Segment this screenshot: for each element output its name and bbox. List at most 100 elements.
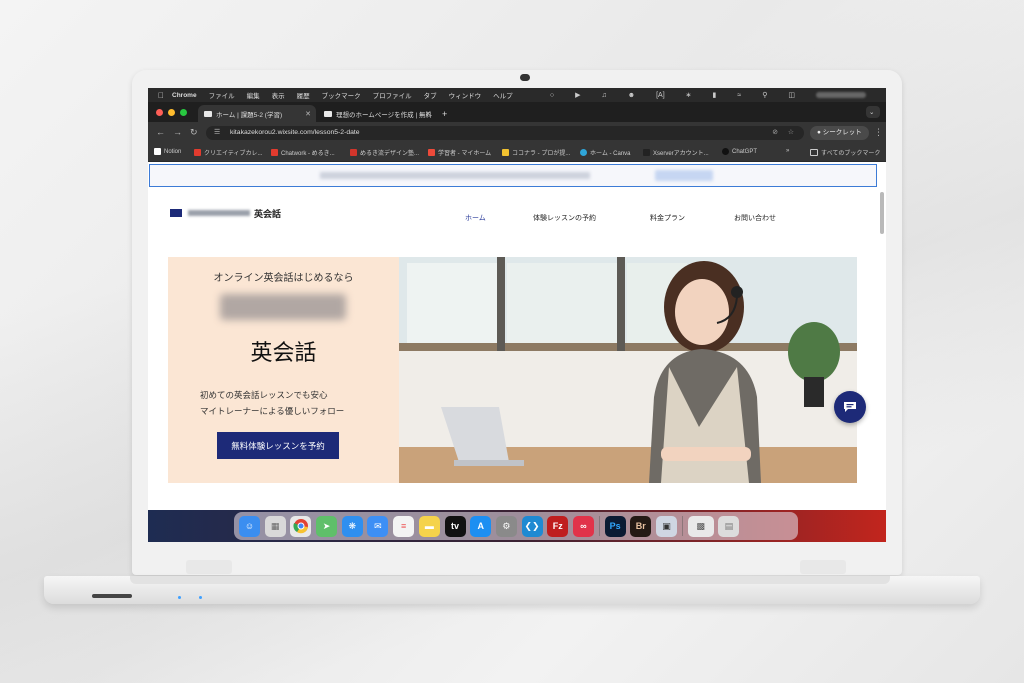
close-window-icon[interactable]	[156, 109, 163, 116]
menu-view[interactable]: 表示	[272, 90, 285, 100]
all-bookmarks-folder[interactable]: すべてのブックマーク	[810, 148, 880, 157]
menubar-status-area: ○ ▶ ♫ ☻ [A] ∗ ▮ ≈ ⚲ ◫	[550, 88, 878, 102]
app-store-icon[interactable]: A	[470, 515, 492, 537]
finder-icon[interactable]: ☺	[239, 515, 260, 537]
tab-search-chevron-icon[interactable]: ⌄	[866, 106, 880, 118]
laptop-base-groove	[130, 576, 890, 584]
creative-cloud-icon[interactable]: ∞	[572, 515, 594, 537]
zoom-window-icon[interactable]	[180, 109, 187, 116]
bookmark-star-icon[interactable]: ☆	[788, 126, 794, 140]
hero-brand-blurred	[220, 294, 346, 320]
more-menu-icon[interactable]: ⋮	[874, 127, 883, 138]
trash-icon[interactable]: ▤	[718, 515, 740, 537]
mail-icon[interactable]: ✉	[367, 515, 389, 537]
tab-active[interactable]: ホーム | 課題5-2 (学習) ✕	[198, 105, 316, 122]
bookmark-item[interactable]: Notion	[154, 148, 181, 155]
eye-off-icon[interactable]: ⊘	[772, 126, 778, 140]
close-tab-icon[interactable]: ✕	[425, 110, 431, 118]
site-logo-name-blurred	[188, 210, 250, 216]
bookmark-label: 学習者 - マイホーム	[438, 151, 492, 157]
volume-icon[interactable]: ♫	[601, 92, 606, 99]
hero-desc-line: マイトレーナーによる優しいフォロー	[200, 406, 345, 416]
hinge-right	[800, 560, 846, 574]
site-logo-text[interactable]: 英会話	[254, 207, 281, 220]
control-center-icon[interactable]: ◫	[788, 91, 795, 99]
bookmark-item[interactable]: Chatwork - めるき...	[271, 148, 335, 157]
menu-window[interactable]: ウィンドウ	[449, 90, 482, 100]
new-tab-button[interactable]: +	[438, 105, 454, 122]
input-source-icon[interactable]: [A]	[656, 92, 665, 99]
forward-icon[interactable]: →	[173, 127, 182, 137]
bookmark-item[interactable]: クリエイティブカレ...	[194, 148, 263, 157]
bluetooth-icon[interactable]: ∗	[686, 91, 692, 99]
launchpad-icon[interactable]: ▦	[264, 515, 286, 537]
tab-title: ホーム | 課題5-2 (学習)	[216, 111, 283, 119]
menu-app-name[interactable]: Chrome	[172, 92, 197, 99]
nav-home[interactable]: ホーム	[465, 213, 486, 223]
bookmarks-bar: Notion クリエイティブカレ... Chatwork - めるき... める…	[148, 144, 886, 162]
hinge-left	[186, 560, 232, 574]
screenshot-icon[interactable]: ▩	[687, 515, 714, 537]
nav-contact[interactable]: お問い合わせ	[734, 213, 776, 223]
nav-pricing[interactable]: 料金プラン	[650, 213, 685, 223]
reload-icon[interactable]: ↻	[190, 127, 198, 138]
incognito-badge[interactable]: ● シークレット	[810, 126, 869, 140]
bookmark-item[interactable]: めるき流デザイン塾...	[350, 148, 419, 157]
apple-tv-icon[interactable]: tv	[444, 515, 466, 537]
search-icon[interactable]: ⚲	[762, 91, 767, 99]
card-slot	[92, 594, 132, 598]
menu-tab[interactable]: タブ	[424, 90, 437, 100]
menu-history[interactable]: 履歴	[297, 90, 310, 100]
vscode-icon[interactable]: ❮❯	[521, 515, 543, 537]
system-settings-icon[interactable]: ⚙	[495, 515, 517, 537]
bookmark-label: めるき流デザイン塾...	[360, 151, 420, 157]
menu-help[interactable]: ヘルプ	[493, 90, 513, 100]
notes-icon[interactable]: ▬	[418, 515, 440, 537]
menu-edit[interactable]: 編集	[247, 90, 260, 100]
play-icon[interactable]: ▶	[575, 91, 580, 99]
chrome-icon[interactable]	[290, 515, 312, 537]
menu-bookmarks[interactable]: ブックマーク	[322, 90, 361, 100]
chat-button[interactable]	[834, 391, 866, 423]
bookmark-label: すべてのブックマーク	[821, 151, 881, 157]
notion-icon	[154, 148, 161, 155]
apple-icon[interactable]: 	[158, 91, 164, 100]
wifi-icon[interactable]: ≈	[737, 92, 741, 99]
menu-file[interactable]: ファイル	[209, 90, 235, 100]
web-page: 英会話 ホーム 体験レッスンの予約 料金プラン お問い合わせ オンライン英会話は…	[148, 162, 886, 542]
bridge-icon[interactable]: Br	[630, 515, 652, 537]
canva-icon	[580, 149, 587, 156]
bookmarks-overflow[interactable]: »	[786, 148, 789, 154]
bookmark-label: Notion	[164, 148, 182, 155]
scrollbar[interactable]	[880, 192, 884, 234]
nav-trial-booking[interactable]: 体験レッスンの予約	[533, 213, 596, 223]
creative-cloud-status-icon[interactable]: ○	[550, 92, 554, 99]
battery-icon[interactable]: ▮	[713, 91, 717, 99]
menu-profile[interactable]: プロファイル	[373, 90, 412, 100]
bookmark-item[interactable]: 学習者 - マイホーム	[428, 148, 491, 157]
bookmark-label: ホーム - Canva	[590, 151, 631, 157]
site-info-icon[interactable]: ☰	[214, 126, 220, 140]
filezilla-icon[interactable]: Fz	[547, 515, 569, 537]
bookmark-item[interactable]: ホーム - Canva	[580, 148, 631, 157]
bookmark-label: Xserverアカウント...	[653, 151, 709, 157]
book-free-trial-button[interactable]: 無料体験レッスンを予約	[217, 432, 339, 459]
address-bar[interactable]: ☰ kitakazekorou2.wixsite.com/lesson5-2-d…	[206, 126, 804, 140]
safari-icon[interactable]: ❋	[341, 515, 363, 537]
bookmark-item[interactable]: Xserverアカウント...	[643, 148, 709, 157]
reminders-icon[interactable]: ≡	[393, 515, 415, 537]
minimize-window-icon[interactable]	[168, 109, 175, 116]
back-icon[interactable]: ←	[156, 127, 165, 137]
bookmark-item[interactable]: ChatGPT	[722, 148, 757, 155]
maps-icon[interactable]: ➤	[316, 515, 338, 537]
hero-title: 英会話	[250, 341, 317, 366]
tab-inactive[interactable]: 理想のホームページを作成 | 無料 ✕	[318, 105, 436, 122]
banner-button-blurred[interactable]	[655, 170, 713, 181]
bookmark-item[interactable]: ココナラ - プロが提...	[502, 148, 570, 157]
site-logo-mark[interactable]	[170, 209, 182, 217]
photoshop-icon[interactable]: Ps	[604, 515, 626, 537]
preview-icon[interactable]: ▣	[656, 515, 677, 537]
close-tab-icon[interactable]: ✕	[305, 110, 311, 118]
tab-title: 理想のホームページを作成 | 無料	[336, 111, 432, 119]
user-icon[interactable]: ☻	[628, 92, 635, 99]
